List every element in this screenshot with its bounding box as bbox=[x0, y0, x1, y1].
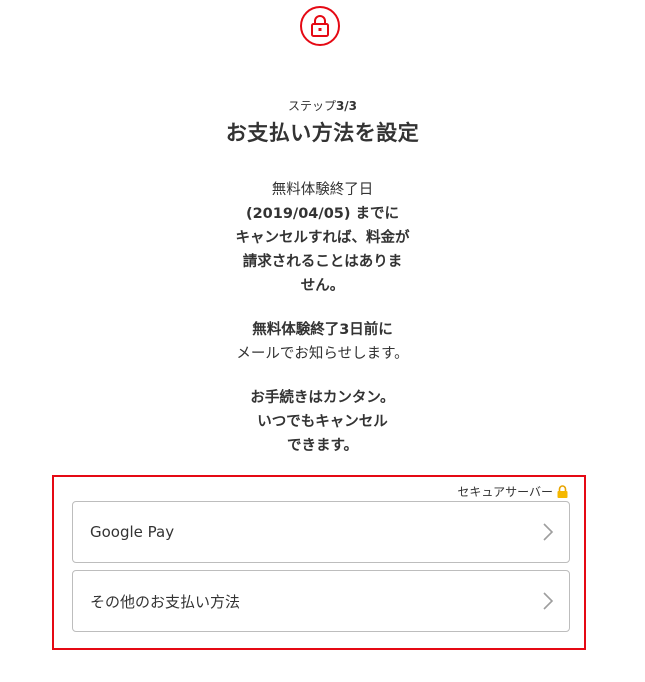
trial-notice: 無料体験終了日 (2019/04/05) までに キャンセルすれば、料金が 請求… bbox=[0, 178, 645, 298]
email-notice: 無料体験終了3日前に メールでお知らせします。 bbox=[0, 318, 645, 366]
email-notice-line: 無料体験終了3日前に bbox=[252, 322, 393, 338]
other-payment-button[interactable]: その他のお支払い方法 bbox=[72, 570, 570, 632]
easy-notice-line: できます。 bbox=[286, 438, 359, 454]
secure-server-text: セキュアサーバー bbox=[457, 485, 553, 499]
step-prefix: ステップ bbox=[287, 99, 336, 113]
trial-notice-line: 請求されることはありま bbox=[242, 254, 403, 270]
other-payment-label: その他のお支払い方法 bbox=[90, 592, 241, 611]
easy-notice-line: お手続きはカンタン。 bbox=[250, 390, 395, 406]
step-indicator: ステップ3/3 bbox=[0, 97, 645, 114]
easy-notice-line: いつでもキャンセル bbox=[257, 414, 388, 430]
google-pay-label: Google Pay bbox=[90, 523, 175, 541]
google-pay-button[interactable]: Google Pay bbox=[72, 501, 570, 563]
trial-notice-line: (2019/04/05) までに bbox=[245, 206, 400, 222]
page-title: お支払い方法を設定 bbox=[225, 121, 420, 145]
secure-server-label: セキュアサーバー bbox=[457, 483, 568, 500]
lock-icon-glyph bbox=[311, 15, 329, 37]
chevron-right-icon bbox=[543, 523, 554, 541]
trial-notice-line: せん。 bbox=[300, 278, 345, 294]
padlock-icon bbox=[557, 485, 568, 498]
chevron-right-icon bbox=[543, 592, 554, 610]
trial-notice-line: 無料体験終了日 bbox=[271, 182, 374, 198]
payment-options-panel: セキュアサーバー Google Pay その他のお支払い方法 bbox=[52, 475, 586, 650]
easy-notice: お手続きはカンタン。 いつでもキャンセル できます。 bbox=[0, 386, 645, 458]
lock-icon bbox=[300, 6, 340, 46]
email-notice-line: メールでお知らせします。 bbox=[236, 346, 409, 362]
trial-notice-line: キャンセルすれば、料金が bbox=[235, 230, 410, 246]
step-value: 3/3 bbox=[335, 99, 358, 113]
